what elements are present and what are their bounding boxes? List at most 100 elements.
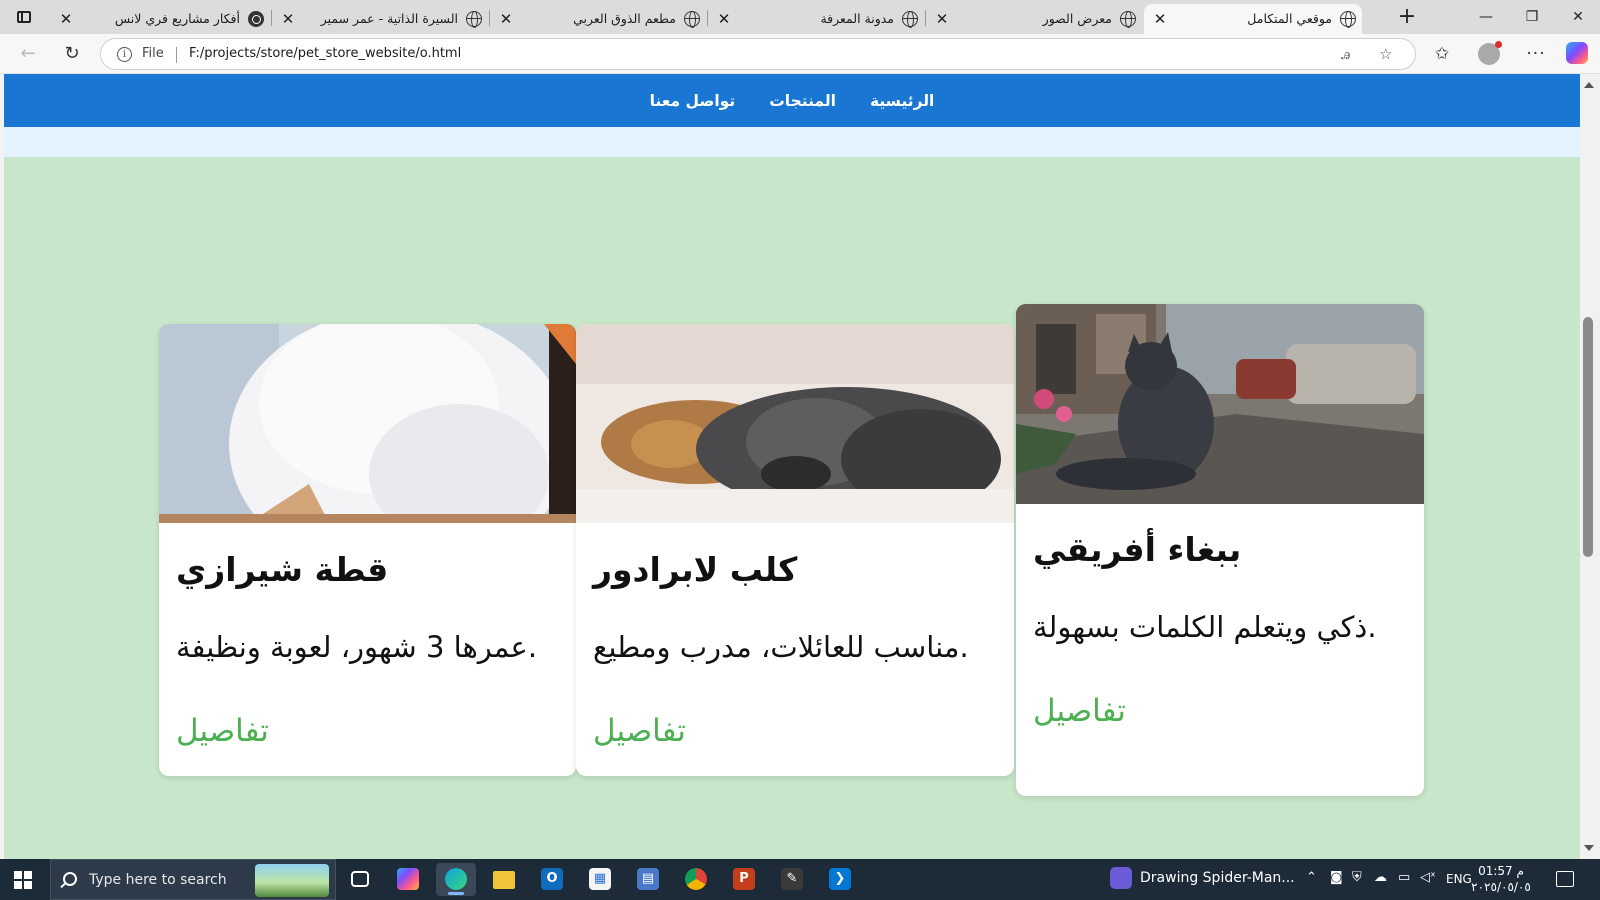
cloud-icon[interactable]: ☁ bbox=[1374, 870, 1387, 885]
show-hidden-icons-icon[interactable]: ⌃ bbox=[1306, 870, 1317, 885]
video-app-icon bbox=[1110, 867, 1132, 889]
outlook-icon[interactable]: O bbox=[532, 863, 572, 896]
url-scheme-label: File bbox=[142, 46, 164, 61]
back-arrow-icon[interactable]: ← bbox=[14, 41, 42, 67]
product-description: ذكي ويتعلم الكلمات بسهولة. bbox=[1033, 610, 1377, 644]
powerpoint-icon[interactable]: P bbox=[724, 863, 764, 896]
tab-cv-omar[interactable]: ✕ السيرة الذاتية - عمر سمير bbox=[272, 4, 488, 34]
scroll-up-arrow-icon[interactable] bbox=[1584, 82, 1594, 88]
product-card-persian-cat: قطة شيرازي عمرها 3 شهور، لعوبة ونظيفة. ت… bbox=[159, 324, 576, 776]
windows-start-icon[interactable] bbox=[14, 871, 32, 889]
page-scrollbar[interactable] bbox=[1580, 74, 1600, 859]
page-viewport: الرئيسية المنتجات تواصل معنا قطة شيرازي … bbox=[4, 74, 1580, 859]
clock-time: 01:57 م bbox=[1478, 864, 1524, 878]
tab-close-icon[interactable]: ✕ bbox=[716, 11, 732, 27]
tab-my-site[interactable]: ✕ موقعي المتكامل bbox=[1144, 4, 1362, 34]
tab-close-icon[interactable]: ✕ bbox=[58, 11, 74, 27]
windows-taskbar: Type here to search O ▦ ▤ P ✎ ❯ Drawing … bbox=[0, 859, 1600, 900]
file-explorer-icon[interactable] bbox=[484, 863, 524, 896]
defender-shield-icon[interactable]: ⛨ bbox=[1352, 870, 1362, 885]
taskbar-notification-app[interactable]: Drawing Spider-Man... bbox=[1110, 867, 1295, 889]
favorites-icon[interactable]: ✩ bbox=[1428, 41, 1456, 67]
webcam-icon[interactable]: ◙ bbox=[1330, 870, 1343, 885]
search-icon bbox=[63, 872, 77, 886]
tab-close-icon[interactable]: ✕ bbox=[498, 11, 514, 27]
tab-knowledge-blog[interactable]: ✕ مدونة المعرفة bbox=[708, 4, 924, 34]
address-bar[interactable]: i File F:/projects/store/pet_store_websi… bbox=[100, 38, 1416, 70]
read-aloud-icon[interactable]: ꭿ bbox=[1341, 45, 1350, 63]
nav-link-products[interactable]: المنتجات bbox=[769, 92, 836, 110]
tab-title: السيرة الذاتية - عمر سمير bbox=[320, 11, 458, 26]
tab-arabic-restaurant[interactable]: ✕ مطعم الذوق العربي bbox=[490, 4, 706, 34]
tab-title: معرض الصور bbox=[1042, 11, 1112, 26]
clock-date: ٢٠٢٥/٠٥/٠٥ bbox=[1471, 880, 1531, 894]
product-title: قطة شيرازي bbox=[176, 550, 389, 589]
tab-actions-menu-icon[interactable] bbox=[10, 6, 38, 28]
product-details-link[interactable]: تفاصيل bbox=[176, 713, 269, 749]
new-tab-button[interactable]: + bbox=[1394, 6, 1420, 30]
product-details-link[interactable]: تفاصيل bbox=[1033, 693, 1126, 729]
tab-close-icon[interactable]: ✕ bbox=[280, 11, 296, 27]
more-options-icon[interactable]: ··· bbox=[1522, 41, 1550, 67]
tab-freelance-ideas[interactable]: ✕ أفكار مشاريع فري لانس bbox=[50, 4, 270, 34]
search-highlight-image bbox=[255, 864, 329, 897]
product-title: كلب لابرادور bbox=[593, 550, 798, 589]
tab-title: مدونة المعرفة bbox=[820, 11, 894, 26]
site-favicon-icon bbox=[248, 11, 264, 27]
volume-muted-icon[interactable]: ◁ˣ bbox=[1420, 870, 1436, 885]
profile-avatar[interactable] bbox=[1478, 41, 1502, 65]
scroll-down-arrow-icon[interactable] bbox=[1584, 845, 1594, 851]
edge-icon[interactable] bbox=[436, 863, 476, 896]
white-persian-cat-photo bbox=[159, 324, 576, 523]
restore-button[interactable]: ❐ bbox=[1510, 4, 1554, 30]
product-title: ببغاء أفريقي bbox=[1033, 530, 1242, 569]
browser-toolbar: ← ↻ i File F:/projects/store/pet_store_w… bbox=[0, 34, 1600, 74]
tab-close-icon[interactable]: ✕ bbox=[1152, 11, 1168, 27]
product-card-labrador: كلب لابرادور مناسب للعائلات، مدرب ومطيع.… bbox=[576, 324, 1014, 776]
network-icon[interactable]: ▭ bbox=[1398, 870, 1410, 885]
minimize-button[interactable]: — bbox=[1464, 4, 1508, 30]
refresh-icon[interactable]: ↻ bbox=[58, 41, 86, 67]
chrome-icon[interactable] bbox=[676, 863, 716, 896]
browser-tab-strip: ✕ أفكار مشاريع فري لانس ✕ السيرة الذاتية… bbox=[0, 0, 1600, 34]
globe-icon bbox=[902, 11, 918, 28]
tab-close-icon[interactable]: ✕ bbox=[934, 11, 950, 27]
sleeping-dogs-photo bbox=[576, 324, 1014, 523]
nav-link-home[interactable]: الرئيسية bbox=[870, 92, 934, 110]
globe-icon bbox=[466, 11, 482, 28]
scroll-thumb[interactable] bbox=[1583, 317, 1593, 557]
copilot-icon[interactable] bbox=[1566, 42, 1588, 64]
globe-icon bbox=[1120, 11, 1136, 28]
taskbar-search-box[interactable]: Type here to search bbox=[50, 859, 336, 900]
cat-statue-street-photo bbox=[1016, 304, 1424, 504]
calculator-icon[interactable]: ▤ bbox=[628, 863, 668, 896]
product-description: عمرها 3 شهور، لعوبة ونظيفة. bbox=[176, 630, 538, 664]
search-placeholder: Type here to search bbox=[89, 872, 227, 888]
url-divider bbox=[176, 47, 177, 63]
header-subband bbox=[4, 127, 1580, 157]
inkscape-icon[interactable]: ✎ bbox=[772, 863, 812, 896]
url-text[interactable]: F:/projects/store/pet_store_website/o.ht… bbox=[189, 46, 461, 61]
site-header: الرئيسية المنتجات تواصل معنا bbox=[4, 74, 1580, 127]
info-icon[interactable]: i bbox=[117, 47, 132, 62]
tab-title: موقعي المتكامل bbox=[1247, 11, 1332, 26]
notifications-icon[interactable] bbox=[1556, 871, 1574, 887]
product-details-link[interactable]: تفاصيل bbox=[593, 713, 686, 749]
tab-title: مطعم الذوق العربي bbox=[573, 11, 676, 26]
store-icon[interactable]: ▦ bbox=[580, 863, 620, 896]
tab-title: أفكار مشاريع فري لانس bbox=[114, 11, 240, 26]
task-view-icon[interactable] bbox=[340, 863, 380, 896]
favorite-star-icon[interactable]: ☆ bbox=[1379, 45, 1392, 63]
globe-icon bbox=[684, 11, 700, 28]
tab-photo-gallery[interactable]: ✕ معرض الصور bbox=[926, 4, 1142, 34]
close-window-button[interactable]: ✕ bbox=[1556, 4, 1600, 30]
notification-app-label: Drawing Spider-Man... bbox=[1140, 870, 1295, 886]
product-card-african-parrot: ببغاء أفريقي ذكي ويتعلم الكلمات بسهولة. … bbox=[1016, 304, 1424, 796]
product-description: مناسب للعائلات، مدرب ومطيع. bbox=[593, 630, 969, 664]
nav-link-contact[interactable]: تواصل معنا bbox=[650, 92, 736, 110]
site-nav: الرئيسية المنتجات تواصل معنا bbox=[4, 74, 1580, 127]
system-clock[interactable]: 01:57 م ٢٠٢٥/٠٥/٠٥ bbox=[1462, 863, 1540, 895]
copilot-icon[interactable] bbox=[388, 863, 428, 896]
vscode-icon[interactable]: ❯ bbox=[820, 863, 860, 896]
globe-icon bbox=[1340, 11, 1356, 28]
